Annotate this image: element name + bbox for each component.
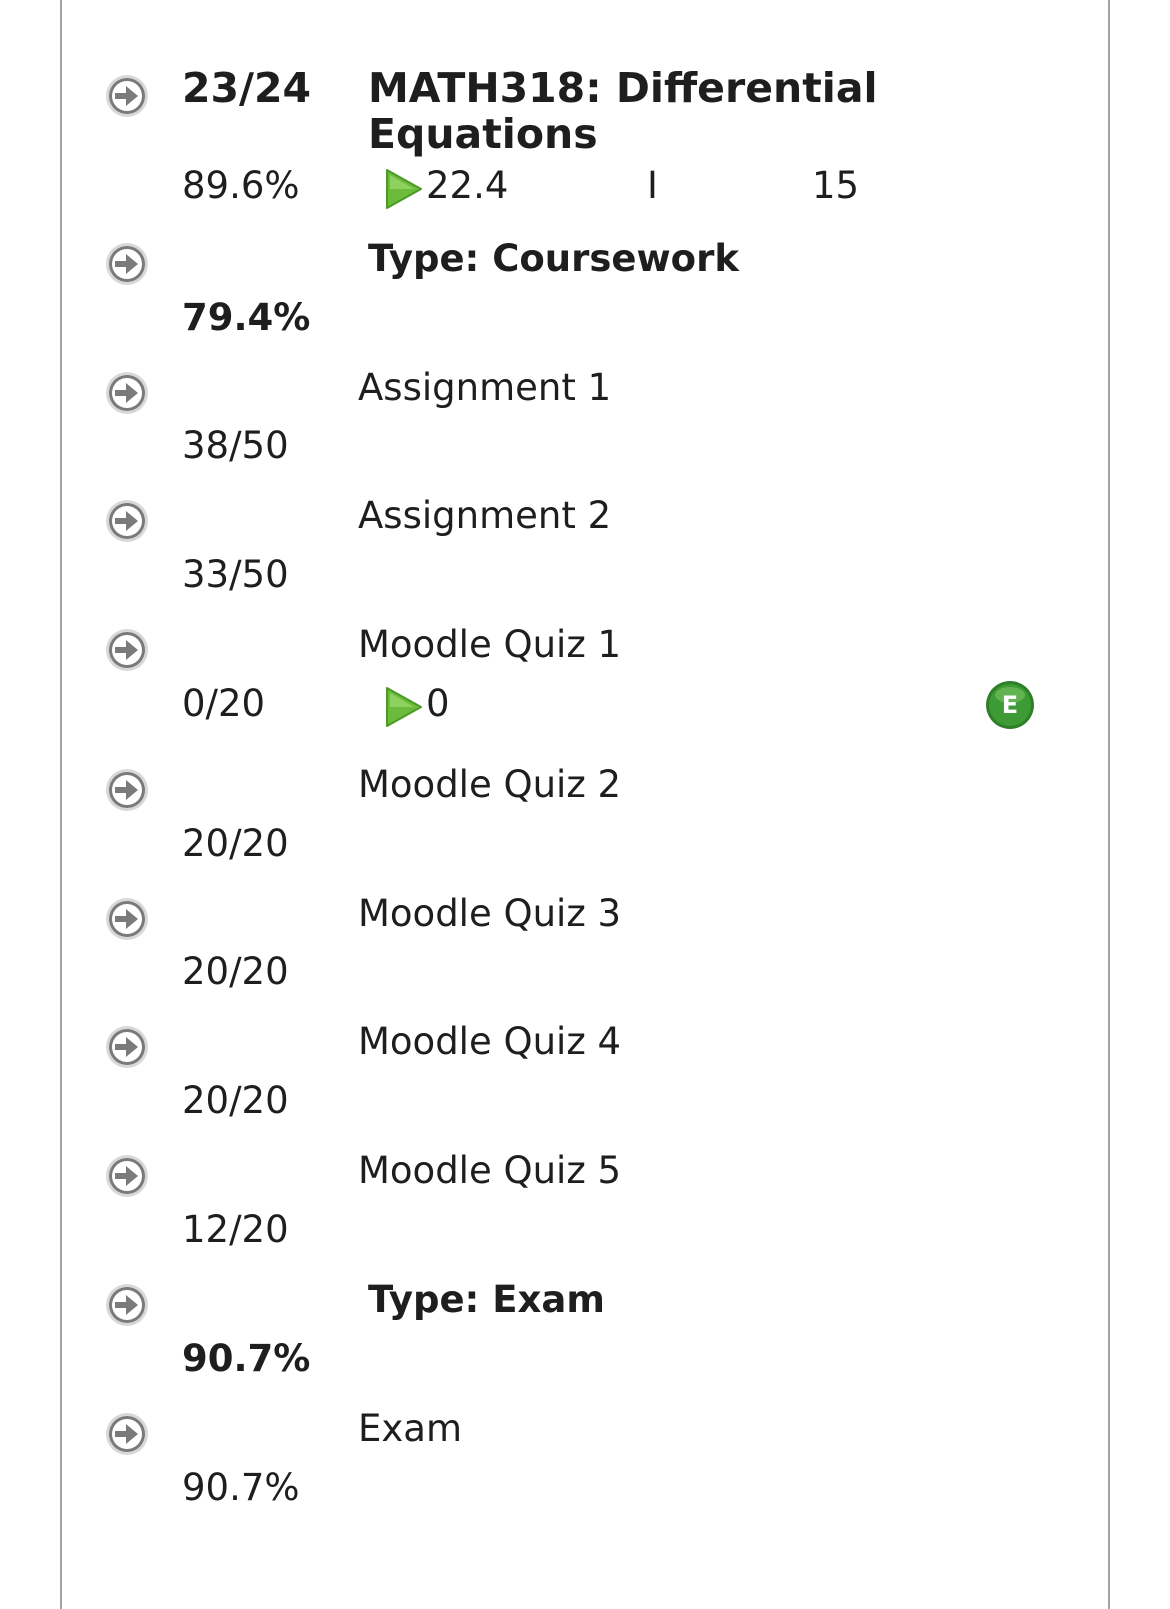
item-name[interactable]: Moodle Quiz 4: [358, 1020, 621, 1064]
arrow-right-circle-icon[interactable]: [104, 498, 150, 544]
arrow-right-circle-icon[interactable]: [104, 1153, 150, 1199]
item-name[interactable]: Assignment 1: [358, 366, 611, 410]
course-status: I: [647, 164, 658, 207]
arrow-right-circle-icon[interactable]: [104, 1024, 150, 1070]
item-grade: 20/20: [182, 822, 289, 865]
item-grade: 20/20: [182, 1079, 289, 1122]
course-points: 22.4: [426, 164, 509, 207]
course-credits: 15: [812, 164, 860, 207]
item-name[interactable]: Assignment 2: [358, 494, 611, 538]
category-label-exam: Type: Exam: [368, 1278, 605, 1321]
arrow-right-circle-icon[interactable]: [104, 1282, 150, 1328]
play-triangle-icon: [384, 167, 424, 211]
category-label-coursework: Type: Coursework: [368, 237, 739, 280]
arrow-right-circle-icon[interactable]: [104, 73, 150, 119]
arrow-right-circle-icon[interactable]: [104, 767, 150, 813]
e-badge-icon[interactable]: E: [985, 680, 1035, 730]
arrow-right-circle-icon[interactable]: [104, 896, 150, 942]
arrow-right-circle-icon[interactable]: [104, 370, 150, 416]
item-grade: 0/20: [182, 682, 266, 725]
item-grade: 38/50: [182, 424, 289, 467]
item-name[interactable]: Moodle Quiz 2: [358, 763, 621, 807]
item-grade: 12/20: [182, 1208, 289, 1251]
item-grade: 90.7%: [182, 1466, 300, 1509]
arrow-right-circle-icon[interactable]: [104, 627, 150, 673]
arrow-right-circle-icon[interactable]: [104, 1411, 150, 1457]
item-grade: 33/50: [182, 553, 289, 596]
course-title-line-1[interactable]: MATH318: Differential: [368, 64, 878, 112]
course-percent: 89.6%: [182, 164, 300, 207]
badge-letter: E: [1002, 691, 1018, 719]
item-grade: 20/20: [182, 950, 289, 993]
item-name[interactable]: Moodle Quiz 3: [358, 892, 621, 936]
category-percent-coursework: 79.4%: [182, 296, 311, 339]
category-percent-exam: 90.7%: [182, 1337, 311, 1380]
item-name[interactable]: Moodle Quiz 1: [358, 623, 621, 667]
item-name[interactable]: Moodle Quiz 5: [358, 1149, 621, 1193]
item-name[interactable]: Exam: [358, 1407, 462, 1451]
play-triangle-icon: [384, 685, 424, 729]
arrow-right-circle-icon[interactable]: [104, 241, 150, 287]
course-title-line-2[interactable]: Equations: [368, 110, 598, 158]
item-points: 0: [426, 682, 450, 725]
course-fraction: 23/24: [182, 64, 312, 112]
